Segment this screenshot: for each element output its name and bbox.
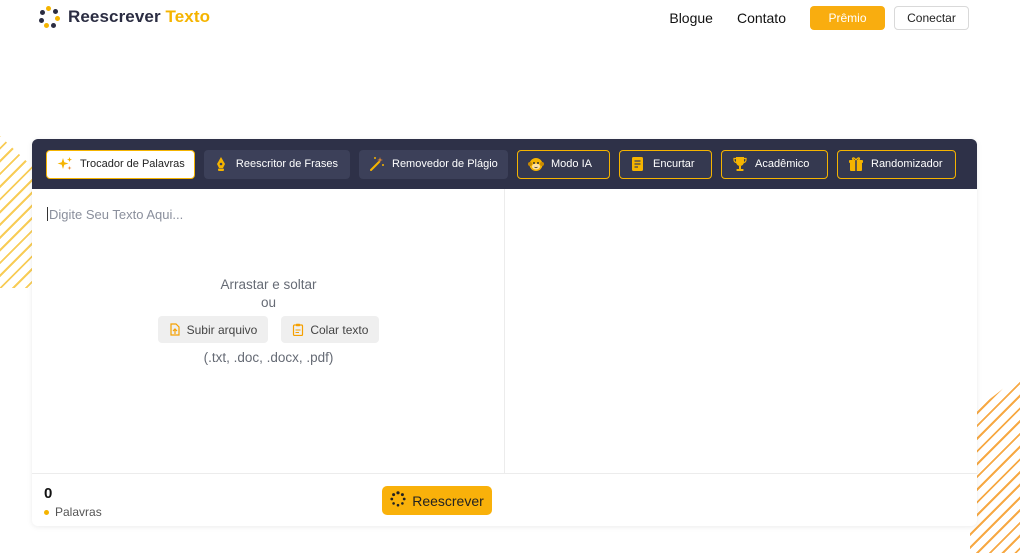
rewrite-button[interactable]: Reescrever	[382, 486, 492, 515]
word-count: 0	[44, 485, 53, 502]
clipboard-icon	[292, 323, 304, 336]
input-placeholder: Digite Seu Texto Aqui...	[49, 207, 184, 222]
tab-label: Randomizador	[871, 158, 943, 170]
input-pane[interactable]: Digite Seu Texto Aqui... Arrastar e solt…	[32, 189, 505, 473]
bullet-dot-icon	[44, 509, 49, 515]
nav-link-blog[interactable]: Blogue	[669, 6, 713, 30]
logo[interactable]: Reescrever Texto	[38, 6, 210, 28]
drop-buttons: Subir arquivo Colar texto	[32, 316, 505, 343]
tab-label: Trocador de Palavras	[80, 158, 185, 170]
tab-label: Removedor de Plágio	[392, 158, 498, 170]
pen-nib-icon	[214, 156, 229, 172]
mode-toolbar: Trocador de Palavras Reescritor de Frase…	[32, 139, 977, 189]
login-button[interactable]: Conectar	[894, 6, 969, 30]
rewriter-card: Trocador de Palavras Reescritor de Frase…	[32, 139, 977, 526]
editor-footer: 0 Palavras Reescrever	[32, 473, 977, 526]
tab-ai-mode[interactable]: Modo IA	[517, 149, 610, 179]
supported-formats: (.txt, .doc, .docx, .pdf)	[203, 350, 334, 365]
paste-text-button[interactable]: Colar texto	[281, 316, 380, 343]
sparkle-icon	[57, 156, 73, 172]
tab-label: Encurtar	[653, 158, 695, 170]
file-upload-icon	[169, 323, 181, 336]
word-count-label: Palavras	[44, 505, 102, 519]
trophy-icon	[732, 156, 748, 172]
premium-button[interactable]: Prêmio	[810, 6, 885, 30]
logo-text-primary: Reescrever	[68, 7, 161, 26]
tab-word-changer[interactable]: Trocador de Palavras	[46, 149, 195, 179]
spinner-icon	[390, 491, 406, 510]
nav-link-contact[interactable]: Contato	[737, 6, 786, 30]
tab-label: Reescritor de Frases	[235, 158, 338, 170]
gift-icon	[848, 156, 864, 172]
document-icon	[630, 156, 646, 172]
tab-sentence-rewriter[interactable]: Reescritor de Frases	[204, 149, 350, 179]
tab-plagiarism-remover[interactable]: Removedor de Plágio	[359, 149, 508, 179]
text-caret	[47, 207, 48, 221]
logo-text-accent: Texto	[165, 7, 211, 26]
magic-wand-icon	[369, 156, 385, 172]
site-header: Reescrever Texto Blogue Contato Prêmio C…	[0, 0, 1020, 38]
upload-file-label: Subir arquivo	[186, 322, 258, 337]
decorative-stripes-right	[970, 368, 1020, 553]
tab-shorten[interactable]: Encurtar	[619, 149, 712, 179]
paste-text-label: Colar texto	[310, 322, 369, 337]
monkey-face-icon	[528, 156, 544, 172]
tab-academic[interactable]: Acadêmico	[721, 149, 828, 179]
tab-randomizer[interactable]: Randomizador	[837, 149, 956, 179]
rewrite-label: Reescrever	[412, 492, 484, 509]
tab-label: Modo IA	[551, 158, 592, 170]
drop-text: Arrastar e soltar	[220, 277, 317, 292]
tab-label: Acadêmico	[755, 158, 810, 170]
word-label-text: Palavras	[55, 505, 102, 519]
logo-spinner-icon	[38, 6, 60, 28]
logo-text: Reescrever Texto	[68, 7, 210, 27]
upload-file-button[interactable]: Subir arquivo	[157, 316, 269, 343]
output-pane[interactable]	[505, 189, 977, 473]
text-input[interactable]: Digite Seu Texto Aqui...	[47, 207, 183, 222]
top-nav: Blogue Contato Prêmio Conectar	[669, 6, 969, 30]
or-text: ou	[260, 295, 277, 310]
editor-panes: Digite Seu Texto Aqui... Arrastar e solt…	[32, 189, 977, 473]
drop-zone[interactable]: Arrastar e soltar ou Subir arquivo Colar…	[32, 277, 505, 365]
